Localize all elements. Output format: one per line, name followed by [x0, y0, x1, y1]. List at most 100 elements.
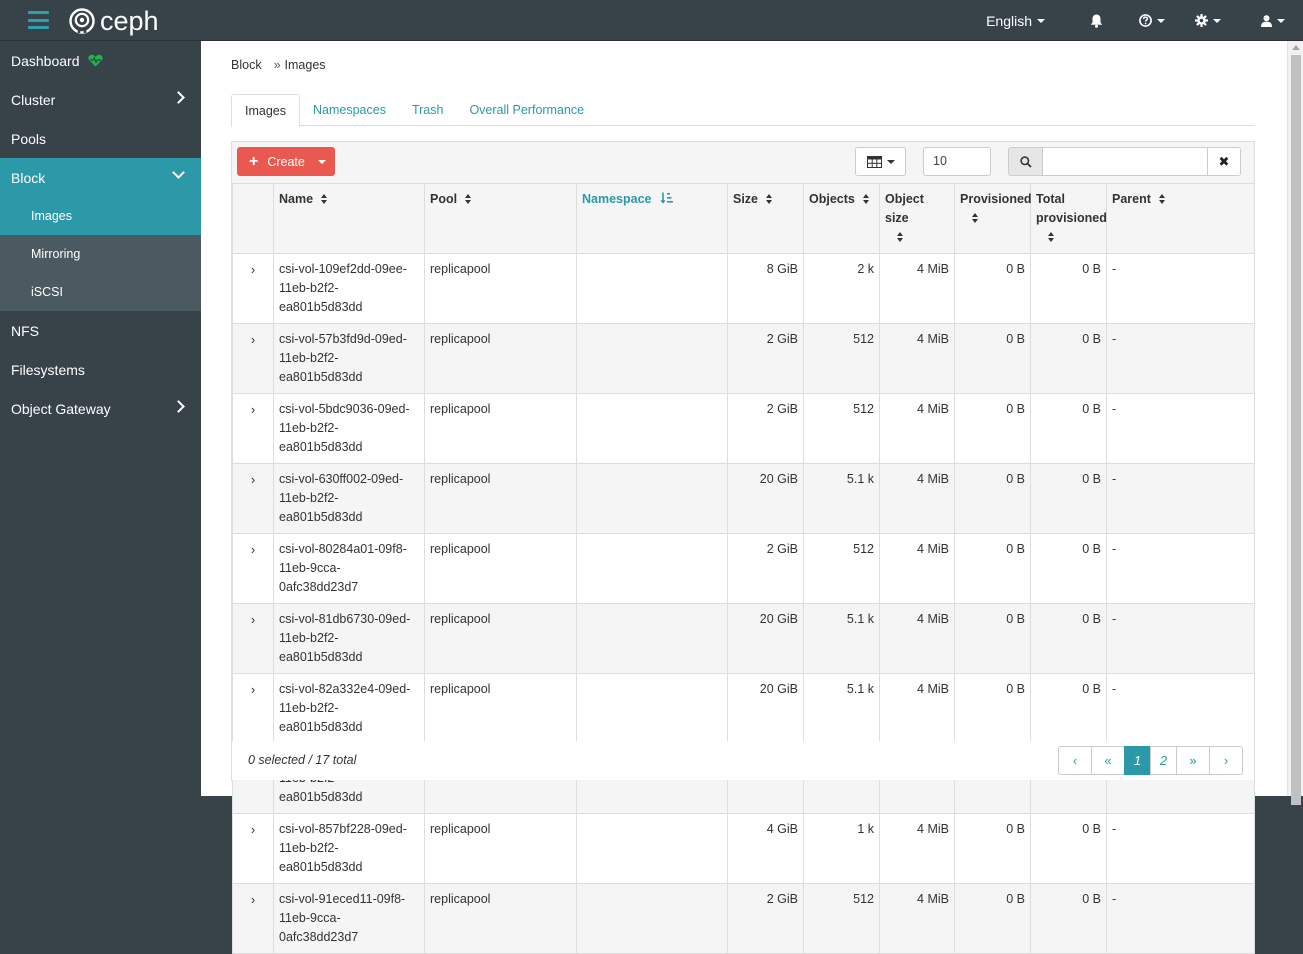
- chevron-down-icon: [172, 166, 185, 179]
- cell-objects: 5.1 k: [803, 603, 880, 674]
- prev-page-button[interactable]: ‹: [1058, 746, 1092, 775]
- sort-icon: [766, 194, 773, 204]
- column-header-parent[interactable]: Parent: [1106, 183, 1255, 254]
- cell-pool: replicapool: [424, 463, 577, 534]
- page-scrollbar[interactable]: [1287, 41, 1303, 805]
- page-size-input[interactable]: 10: [923, 147, 991, 176]
- row-expand-toggle[interactable]: ›: [232, 253, 274, 324]
- sidebar-item-filesystems[interactable]: Filesystems: [0, 350, 201, 389]
- table-row[interactable]: › csi-vol-5bdc9036-09ed-11eb-b2f2-ea801b5…: [232, 393, 1255, 464]
- column-header-namespace[interactable]: Namespace: [576, 183, 728, 254]
- sidebar-subitem-mirroring[interactable]: Mirroring: [0, 235, 201, 273]
- chevron-down-icon: [1157, 18, 1165, 23]
- next-page-button[interactable]: ›: [1209, 746, 1243, 775]
- ceph-logo-icon: [69, 8, 95, 34]
- row-expand-toggle[interactable]: ›: [232, 673, 274, 744]
- cell-provisioned: 0 B: [954, 673, 1031, 744]
- cell-size: 2 GiB: [727, 883, 804, 954]
- sidebar-subitem-iscsi[interactable]: iSCSI: [0, 273, 201, 311]
- sidebar-item-object-gateway[interactable]: Object Gateway: [0, 389, 201, 428]
- menu-toggle-icon[interactable]: [28, 11, 49, 29]
- scroll-up-arrow-icon[interactable]: [1292, 45, 1300, 50]
- table-row[interactable]: › csi-vol-80284a01-09f8-11eb-9cca-0afc38d…: [232, 533, 1255, 604]
- help-menu[interactable]: [1139, 14, 1165, 27]
- row-expand-toggle[interactable]: ›: [232, 813, 274, 884]
- column-header-label: Namespace: [582, 192, 652, 206]
- sidebar-item-label: Cluster: [11, 91, 56, 108]
- cell-provisioned: 0 B: [954, 393, 1031, 464]
- create-dropdown-toggle[interactable]: [309, 147, 335, 176]
- row-expand-toggle[interactable]: ›: [232, 603, 274, 674]
- sidebar-item-label: Block: [11, 169, 46, 186]
- tab-overall-performance[interactable]: Overall Performance: [456, 94, 597, 126]
- tab-images[interactable]: Images: [231, 94, 300, 127]
- breadcrumb-parent[interactable]: Block: [231, 58, 262, 72]
- row-expand-toggle[interactable]: ›: [232, 393, 274, 464]
- cell-size: 2 GiB: [727, 533, 804, 604]
- column-header-provisioned[interactable]: Provisioned: [954, 183, 1032, 254]
- block-submenu: Images Mirroring iSCSI: [0, 197, 201, 311]
- table-row[interactable]: › csi-vol-57b3fd9d-09ed-11eb-b2f2-ea801b5…: [232, 323, 1255, 394]
- cell-pool: replicapool: [424, 813, 577, 884]
- sidebar-item-cluster[interactable]: Cluster: [0, 80, 201, 119]
- cell-size: 2 GiB: [727, 323, 804, 394]
- search-input[interactable]: [1042, 147, 1208, 176]
- create-button[interactable]: + Create: [237, 147, 335, 176]
- page-2-button[interactable]: 2: [1150, 746, 1177, 775]
- sidebar-subitem-images[interactable]: Images: [0, 197, 201, 235]
- cell-parent: -: [1106, 813, 1255, 884]
- chevron-right-icon: ›: [250, 892, 256, 907]
- clear-search-button[interactable]: ✖: [1207, 147, 1241, 176]
- sidebar-item-pools[interactable]: Pools: [0, 119, 201, 158]
- column-toggle-button[interactable]: [855, 147, 906, 176]
- expand-column-header: [232, 183, 274, 254]
- cell-namespace: [576, 393, 728, 464]
- page-1-button[interactable]: 1: [1124, 746, 1151, 775]
- chevron-right-icon: ›: [250, 542, 256, 557]
- heartbeat-icon: [87, 54, 103, 67]
- sidebar-item-nfs[interactable]: NFS: [0, 311, 201, 350]
- cell-object-size: 4 MiB: [879, 253, 955, 324]
- column-header-name[interactable]: Name: [273, 183, 425, 254]
- chevron-down-icon: [886, 159, 895, 164]
- cell-total-provisioned: 0 B: [1030, 393, 1107, 464]
- first-page-button[interactable]: «: [1091, 746, 1125, 775]
- column-header-pool[interactable]: Pool: [424, 183, 577, 254]
- settings-menu[interactable]: [1195, 14, 1221, 27]
- sort-icon: [321, 194, 328, 204]
- sidebar-item-block[interactable]: Block: [0, 158, 201, 197]
- row-expand-toggle[interactable]: ›: [232, 463, 274, 534]
- row-expand-toggle[interactable]: ›: [232, 323, 274, 394]
- column-header-size[interactable]: Size: [727, 183, 804, 254]
- sidebar-item-label: Object Gateway: [11, 400, 111, 417]
- cell-parent: -: [1106, 253, 1255, 324]
- language-selector[interactable]: English: [986, 13, 1045, 29]
- column-header-object-size[interactable]: Object size: [879, 183, 955, 254]
- sidebar-item-dashboard[interactable]: Dashboard: [0, 41, 201, 80]
- column-header-total-provisioned[interactable]: Total provisioned: [1030, 183, 1107, 254]
- cell-name: csi-vol-109ef2dd-09ee-11eb-b2f2-ea801b5d…: [273, 253, 425, 324]
- user-menu[interactable]: [1261, 14, 1285, 27]
- row-expand-toggle[interactable]: ›: [232, 883, 274, 954]
- tab-namespaces[interactable]: Namespaces: [300, 94, 399, 126]
- column-header-objects[interactable]: Objects: [803, 183, 880, 254]
- ceph-logo[interactable]: ceph: [68, 6, 159, 36]
- table-row[interactable]: › csi-vol-91eced11-09f8-11eb-9cca-0afc38d…: [232, 883, 1255, 954]
- breadcrumb-separator: »: [273, 58, 281, 72]
- column-header-label: Parent: [1112, 192, 1151, 206]
- last-page-button[interactable]: »: [1176, 746, 1210, 775]
- cell-objects: 1 k: [803, 813, 880, 884]
- table-row[interactable]: › csi-vol-109ef2dd-09ee-11eb-b2f2-ea801b5…: [232, 253, 1255, 324]
- tab-trash[interactable]: Trash: [399, 94, 457, 126]
- cell-parent: -: [1106, 883, 1255, 954]
- table-row[interactable]: › csi-vol-630ff002-09ed-11eb-b2f2-ea801b5…: [232, 463, 1255, 534]
- scrollbar-thumb[interactable]: [1291, 55, 1301, 805]
- sort-icon: [972, 213, 979, 223]
- notifications-button[interactable]: [1090, 14, 1103, 28]
- table-row[interactable]: › csi-vol-81db6730-09ed-11eb-b2f2-ea801b5…: [232, 603, 1255, 674]
- table-row[interactable]: › csi-vol-82a332e4-09ed-11eb-b2f2-ea801b5…: [232, 673, 1255, 744]
- table-row[interactable]: › csi-vol-857bf228-09ed-11eb-b2f2-ea801b5…: [232, 813, 1255, 884]
- cell-size: 8 GiB: [727, 253, 804, 324]
- row-expand-toggle[interactable]: ›: [232, 533, 274, 604]
- logo-text: ceph: [100, 5, 159, 36]
